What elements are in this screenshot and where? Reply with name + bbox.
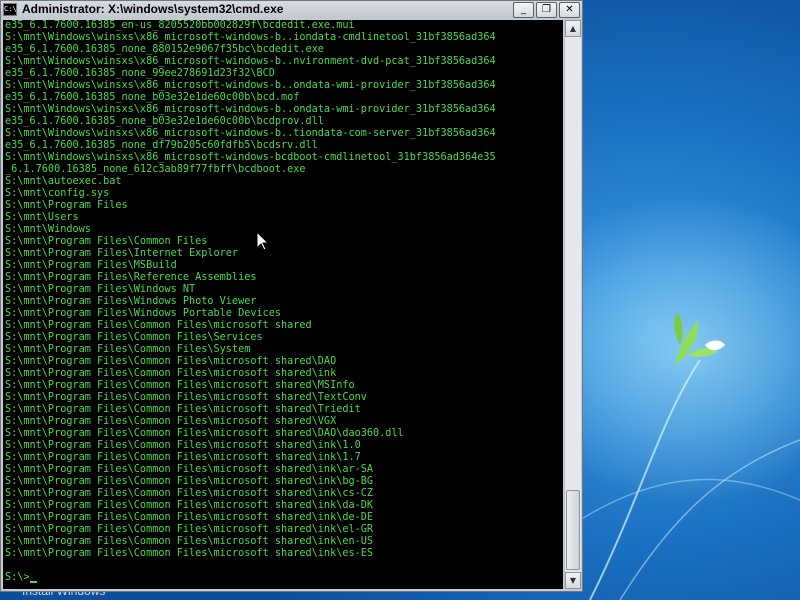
console-line: e35_6.1.7600.16385_none_b03e32e1de60c00b… [5, 116, 324, 127]
console-line: S:\mnt\Program Files\Common Files\micros… [5, 488, 374, 499]
maximize-button[interactable]: ❐ [536, 2, 557, 18]
console-line: S:\mnt\Windows\winsxs\x86_microsoft-wind… [5, 32, 496, 43]
console-line: S:\mnt\Program Files\Common Files\micros… [5, 320, 312, 331]
console-line: S:\mnt\Users [5, 212, 79, 223]
console-line: e35_6.1.7600.16385_en-us_8205520bb002829… [5, 20, 355, 31]
prompt-text: S:\> [5, 572, 30, 583]
console-line: S:\mnt\Program Files\Common Files\micros… [5, 404, 361, 415]
console-line: S:\mnt\Program Files\Common Files\micros… [5, 476, 374, 487]
console-line: S:\mnt\Program Files\Common Files\micros… [5, 368, 337, 379]
console-output[interactable]: e35_6.1.7600.16385_en-us_8205520bb002829… [3, 20, 563, 589]
console-line: S:\mnt\Program Files\Common Files\micros… [5, 452, 361, 463]
console-line: S:\mnt\Program Files\Reference Assemblie… [5, 272, 257, 283]
console-line: S:\mnt\Program Files [5, 200, 128, 211]
minimize-button[interactable]: _ [513, 2, 534, 18]
windows-fish-logo-icon [580, 312, 800, 600]
console-line: _6.1.7600.16385_none_612c3ab89f77fbff\bc… [5, 164, 306, 175]
console-line: S:\mnt\Program Files\Common Files\micros… [5, 392, 367, 403]
console-line: S:\mnt\Program Files\Common Files\micros… [5, 416, 337, 427]
console-line: e35_6.1.7600.16385_none_df79b205c60fdfb5… [5, 140, 318, 151]
console-line: S:\mnt\Program Files\Common Files\Servic… [5, 332, 263, 343]
console-line: S:\mnt\Windows\winsxs\x86_microsoft-wind… [5, 104, 496, 115]
window-title: Administrator: X:\windows\system32\cmd.e… [22, 2, 284, 16]
console-line: S:\mnt\Program Files\Common Files\System [5, 344, 251, 355]
console-line: e35_6.1.7600.16385_none_b03e32e1de60c00b… [5, 92, 300, 103]
console-line: S:\mnt\autoexec.bat [5, 176, 122, 187]
console-line: S:\mnt\Program Files\Windows Photo Viewe… [5, 296, 257, 307]
console-line: S:\mnt\Program Files\Common Files\micros… [5, 548, 374, 559]
scroll-down-button[interactable]: ▼ [565, 572, 581, 589]
title-bar[interactable]: C:\ Administrator: X:\windows\system32\c… [1, 1, 582, 19]
cmd-window: C:\ Administrator: X:\windows\system32\c… [0, 0, 583, 592]
console-lines: e35_6.1.7600.16385_en-us_8205520bb002829… [5, 20, 496, 560]
console-line: e35_6.1.7600.16385_none_99ee278691d23f32… [5, 68, 275, 79]
console-line: S:\mnt\Program Files\Windows NT [5, 284, 196, 295]
console-line: S:\mnt\Program Files\Common Files\micros… [5, 500, 374, 511]
cmd-app-icon[interactable]: C:\ [3, 3, 17, 16]
scrollbar-thumb[interactable] [566, 490, 580, 570]
console-line: S:\mnt\Program Files\Common Files [5, 236, 208, 247]
mouse-pointer-icon [257, 232, 269, 251]
close-button[interactable]: ✕ [559, 2, 580, 18]
text-cursor [29, 581, 37, 583]
console-line: S:\mnt\Program Files\Common Files\micros… [5, 380, 355, 391]
console-line: S:\mnt\Windows\winsxs\x86_microsoft-wind… [5, 80, 496, 91]
console-line: S:\mnt\Program Files\Internet Explorer [5, 248, 239, 259]
console-line: S:\mnt\Program Files\Common Files\micros… [5, 428, 404, 439]
console-line: S:\mnt\Program Files\Common Files\micros… [5, 512, 374, 523]
console-line: S:\mnt\Program Files\Windows Portable De… [5, 308, 282, 319]
console-line: S:\mnt\Program Files\Common Files\micros… [5, 536, 374, 547]
console-line: e35_6.1.7600.16385_none_880152e9067f35bc… [5, 44, 324, 55]
console-line: S:\mnt\Windows\winsxs\x86_microsoft-wind… [5, 152, 496, 163]
console-line: S:\mnt\Program Files\Common Files\micros… [5, 440, 361, 451]
console-line: S:\mnt\Windows\winsxs\x86_microsoft-wind… [5, 128, 496, 139]
console-line: S:\mnt\Program Files\Common Files\micros… [5, 356, 337, 367]
console-line: S:\mnt\config.sys [5, 188, 110, 199]
command-prompt[interactable]: S:\> [5, 572, 37, 584]
console-line: S:\mnt\Program Files\Common Files\micros… [5, 524, 374, 535]
vertical-scrollbar[interactable]: ▲ ▼ [564, 20, 581, 589]
scroll-up-button[interactable]: ▲ [565, 20, 581, 37]
console-line: S:\mnt\Program Files\MSBuild [5, 260, 177, 271]
console-line: S:\mnt\Program Files\Common Files\micros… [5, 464, 374, 475]
console-line: S:\mnt\Windows\winsxs\x86_microsoft-wind… [5, 56, 496, 67]
console-line: S:\mnt\Windows [5, 224, 91, 235]
